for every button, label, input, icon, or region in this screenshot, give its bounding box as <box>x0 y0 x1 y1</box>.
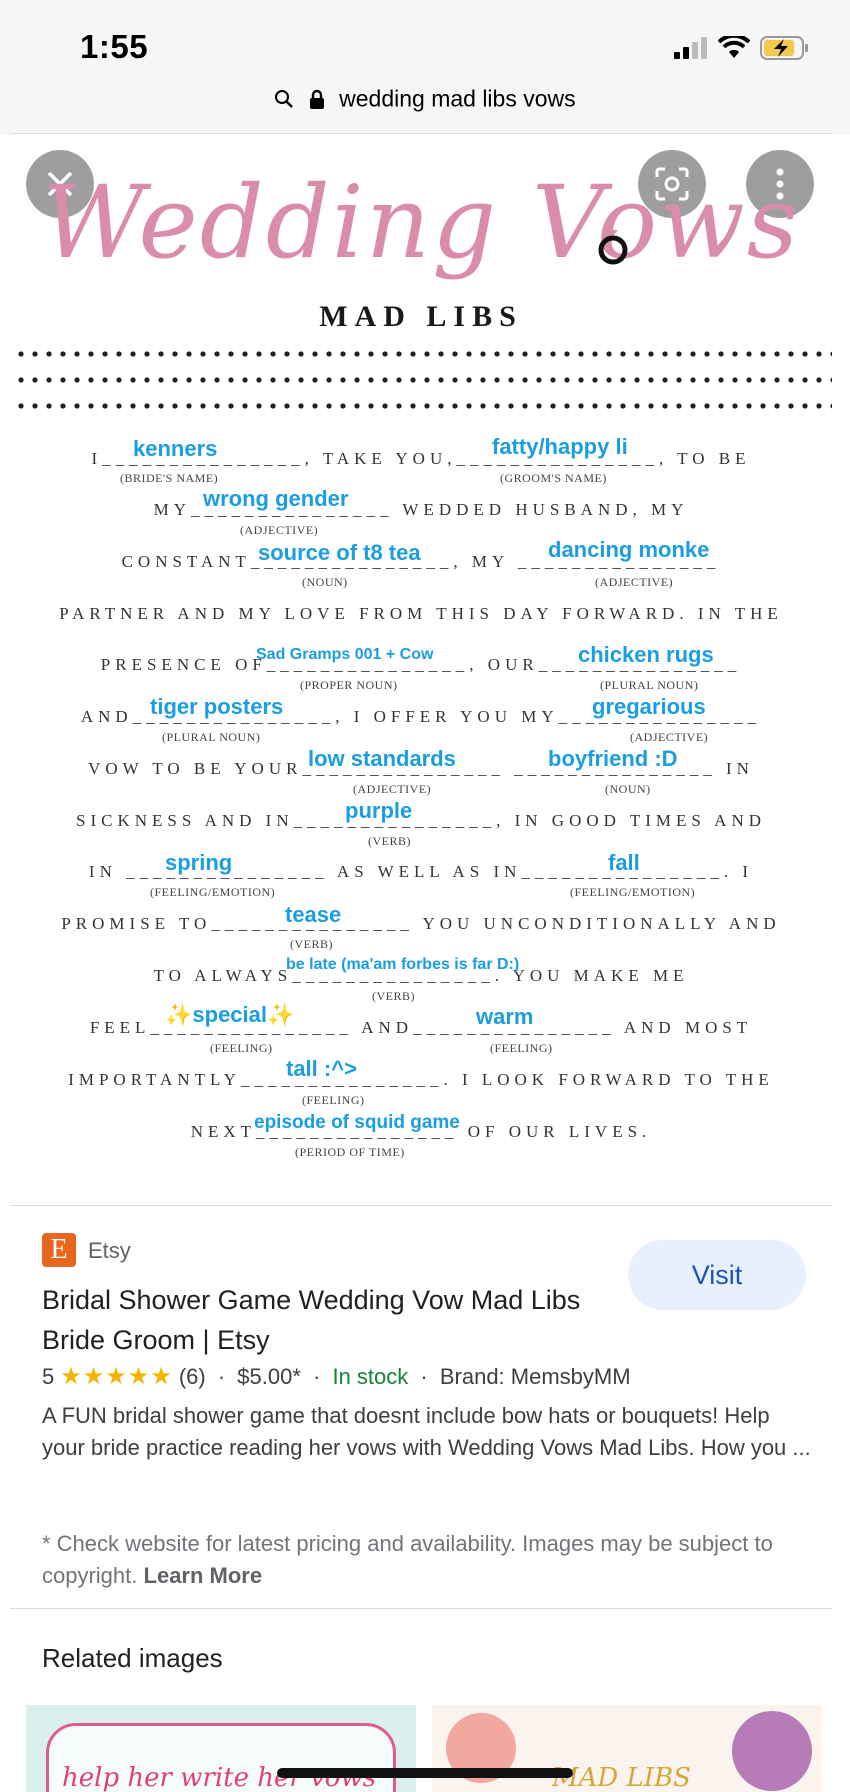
price: $5.00* <box>237 1363 301 1389</box>
flower-decoration <box>732 1711 812 1791</box>
vow-line: SICKNESS AND IN_______________, IN GOOD … <box>75 811 766 830</box>
filled-answer: fall <box>608 850 640 875</box>
vow-line: AND_______________, I OFFER YOU MY______… <box>80 707 762 726</box>
blank-sublabel: (NOUN) <box>302 575 348 589</box>
vow-line: PARTNER AND MY LOVE FROM THIS DAY FORWAR… <box>59 604 783 623</box>
status-icons <box>674 36 810 60</box>
vow-line: PROMISE TO_______________ YOU UNCONDITIO… <box>61 914 781 933</box>
separator-dot: · <box>211 1363 232 1389</box>
filled-answer: gregarious <box>592 694 706 719</box>
filled-answer: fatty/happy li <box>492 434 628 459</box>
filled-answer: low standards <box>308 746 456 771</box>
related-image-thumbnail[interactable]: help her write her vows <box>26 1705 416 1792</box>
home-indicator[interactable] <box>277 1768 573 1778</box>
status-bar: 1:55 wedding mad libs vows <box>0 0 850 135</box>
filled-answer: purple <box>345 798 413 823</box>
thumbnail-caption: MAD LIBS <box>552 1763 691 1792</box>
blank-sublabel: (ADJECTIVE) <box>595 575 674 589</box>
rating-value: 5 <box>42 1363 55 1389</box>
divider <box>10 1608 832 1609</box>
blank-sublabel: (ADJECTIVE) <box>240 523 319 537</box>
search-icon <box>275 89 294 108</box>
rating-stars: ★★★★★ <box>60 1363 173 1390</box>
url-text: wedding mad libs vows <box>339 85 576 112</box>
blank-sublabel: (VERB) <box>372 989 415 1003</box>
filled-answer: boyfriend :D <box>548 746 678 771</box>
blank-sublabel: (GROOM'S NAME) <box>500 471 607 485</box>
vow-line: MY_______________ WEDDED HUSBAND, MY <box>153 500 689 519</box>
result-title[interactable]: Bridal Shower Game Wedding Vow Mad Libs … <box>42 1280 602 1360</box>
vow-line: FEEL_______________ AND_______________ A… <box>89 1018 753 1037</box>
filled-answer: spring <box>165 850 233 875</box>
result-description: A FUN bridal shower game that doesnt inc… <box>42 1403 811 1460</box>
stock-status: In stock <box>332 1363 409 1389</box>
etsy-logo: E <box>42 1233 76 1267</box>
filled-answer: tiger posters <box>150 694 284 719</box>
filled-answer: chicken rugs <box>578 642 714 667</box>
related-images-heading: Related images <box>42 1643 223 1673</box>
filled-answer: episode of squid game <box>254 1112 460 1133</box>
filled-answer: be late (ma'am forbes is far D:) <box>286 956 520 973</box>
image-viewer[interactable]: Wedding Vows MAD LIBS I_______________, … <box>10 134 832 1204</box>
blank-sublabel: (FEELING) <box>302 1093 365 1107</box>
url-bar[interactable]: wedding mad libs vows <box>0 84 850 112</box>
blank-sublabel: (VERB) <box>290 937 333 951</box>
filled-answer: Sad Gramps 001 + Cow <box>256 646 434 663</box>
learn-more-link[interactable]: Learn More <box>144 1563 263 1588</box>
result-source[interactable]: Etsy <box>88 1238 131 1264</box>
divider <box>10 1205 832 1206</box>
brand: Brand: MemsbyMM <box>439 1363 631 1389</box>
filled-answer: warm <box>476 1004 534 1029</box>
filled-answer: kenners <box>133 436 218 461</box>
filled-answer: ✨special✨ <box>165 1002 295 1027</box>
vows-title: Wedding Vows <box>41 164 801 281</box>
blank-sublabel: (PERIOD OF TIME) <box>295 1145 405 1159</box>
review-count: (6) <box>178 1363 206 1389</box>
filled-answer: dancing monke <box>548 537 710 562</box>
blank-sublabel: (FEELING/EMOTION) <box>150 885 276 899</box>
cellular-signal-icon <box>674 37 707 59</box>
dotted-divider <box>14 350 832 358</box>
blank-sublabel: (PLURAL NOUN) <box>162 730 261 744</box>
lock-icon <box>309 89 324 109</box>
separator-dot: · <box>414 1363 434 1389</box>
disclaimer: * Check website for latest pricing and a… <box>42 1528 812 1592</box>
filled-answer: tall :^> <box>286 1056 357 1081</box>
blank-sublabel: (ADJECTIVE) <box>630 730 709 744</box>
status-time: 1:55 <box>80 28 149 65</box>
blank-sublabel: (NOUN) <box>605 782 651 796</box>
filled-answer: source of t8 tea <box>258 540 421 565</box>
dotted-divider <box>14 402 832 410</box>
battery-charging-icon <box>760 36 808 60</box>
related-image-thumbnail[interactable]: MAD LIBS <box>432 1705 822 1792</box>
vow-line: IN _______________ AS WELL AS IN________… <box>88 862 754 881</box>
wifi-icon <box>718 36 750 58</box>
blank-sublabel: (PROPER NOUN) <box>300 678 398 692</box>
blank-sublabel: (FEELING) <box>490 1041 553 1055</box>
ring-icon <box>598 230 628 265</box>
mad-libs-subtitle: MAD LIBS <box>319 300 523 333</box>
visit-button[interactable]: Visit <box>628 1240 806 1310</box>
blank-sublabel: (BRIDE'S NAME) <box>120 471 219 485</box>
blank-sublabel: (FEELING) <box>210 1041 273 1055</box>
blank-sublabel: (VERB) <box>368 834 411 848</box>
blank-sublabel: (ADJECTIVE) <box>353 782 432 796</box>
blank-sublabel: (PLURAL NOUN) <box>600 678 699 692</box>
dotted-divider <box>14 376 832 384</box>
vow-line: IMPORTANTLY_______________. I LOOK FORWA… <box>68 1070 774 1089</box>
filled-answer: wrong gender <box>203 486 349 511</box>
blank-sublabel: (FEELING/EMOTION) <box>570 885 696 899</box>
result-meta: 5 ★★★★★ (6) · $5.00* · In stock · Brand:… <box>42 1362 631 1391</box>
separator-dot: · <box>306 1363 327 1389</box>
filled-answer: tease <box>285 902 342 927</box>
